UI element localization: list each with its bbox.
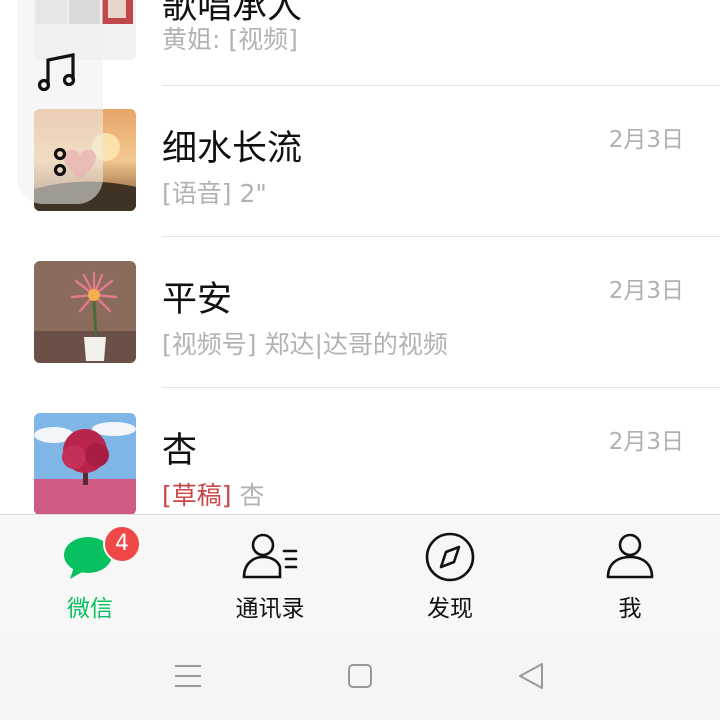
pingan-avatar xyxy=(34,261,136,363)
tab-discover[interactable]: 发现 xyxy=(360,515,540,633)
chat-preview: [视频号] 郑达|达哥的视频 xyxy=(162,330,448,359)
chat-preview: [草稿] 杏 xyxy=(162,476,264,512)
tab-contacts[interactable]: 通讯录 xyxy=(180,515,360,633)
chat-row-xishui[interactable]: 细水长流 2月3日 [语音] 2" xyxy=(0,86,720,238)
flower-vase-image xyxy=(34,261,136,363)
chat-time: 2月3日 xyxy=(608,127,684,153)
compass-icon xyxy=(425,532,475,582)
chat-time: 2月3日 xyxy=(608,278,684,304)
person-icon xyxy=(606,533,654,579)
unread-badge: 4 xyxy=(103,525,141,563)
tab-label: 微信 xyxy=(67,596,113,622)
back-icon[interactable] xyxy=(512,656,552,696)
chat-row-xing[interactable]: 杏 2月3日 [草稿] 杏 xyxy=(0,388,720,514)
home-icon[interactable] xyxy=(340,656,380,696)
music-note-icon[interactable] xyxy=(37,53,76,92)
tab-label: 我 xyxy=(618,596,642,622)
chat-row-pingan[interactable]: 平安 2月3日 [视频号] 郑达|达哥的视频 xyxy=(0,237,720,389)
contacts-icon xyxy=(242,533,298,579)
draft-text: 杏 xyxy=(239,481,265,510)
tab-me[interactable]: 我 xyxy=(540,515,720,633)
system-nav-bar xyxy=(0,632,720,720)
chat-time: 2月3日 xyxy=(608,429,684,455)
voice-dots-icon[interactable] xyxy=(53,147,67,177)
chat-list: 歌唱承人 黄姐: [视频] 细水长流 2月3日 [语音] 2" 平安 2月3日 … xyxy=(0,0,720,514)
pink-tree-image xyxy=(34,413,136,514)
draft-tag: [草稿] xyxy=(162,481,232,510)
chat-preview: [语音] 2" xyxy=(162,179,267,208)
chat-preview: 黄姐: [视频] xyxy=(162,25,298,54)
chat-name: 细水长流 xyxy=(162,129,303,169)
tab-weixin[interactable]: 4 微信 xyxy=(0,515,180,633)
tab-bar: 4 微信 通讯录 发现 我 xyxy=(0,514,720,632)
tab-label: 发现 xyxy=(427,596,473,622)
tab-label: 通讯录 xyxy=(235,596,305,622)
chat-name: 平安 xyxy=(162,280,233,320)
floating-window[interactable] xyxy=(17,0,103,204)
chat-name: 杏 xyxy=(162,431,198,471)
chat-row-group[interactable]: 歌唱承人 黄姐: [视频] xyxy=(0,0,720,86)
xing-avatar xyxy=(34,413,136,514)
menu-icon[interactable] xyxy=(168,656,208,696)
